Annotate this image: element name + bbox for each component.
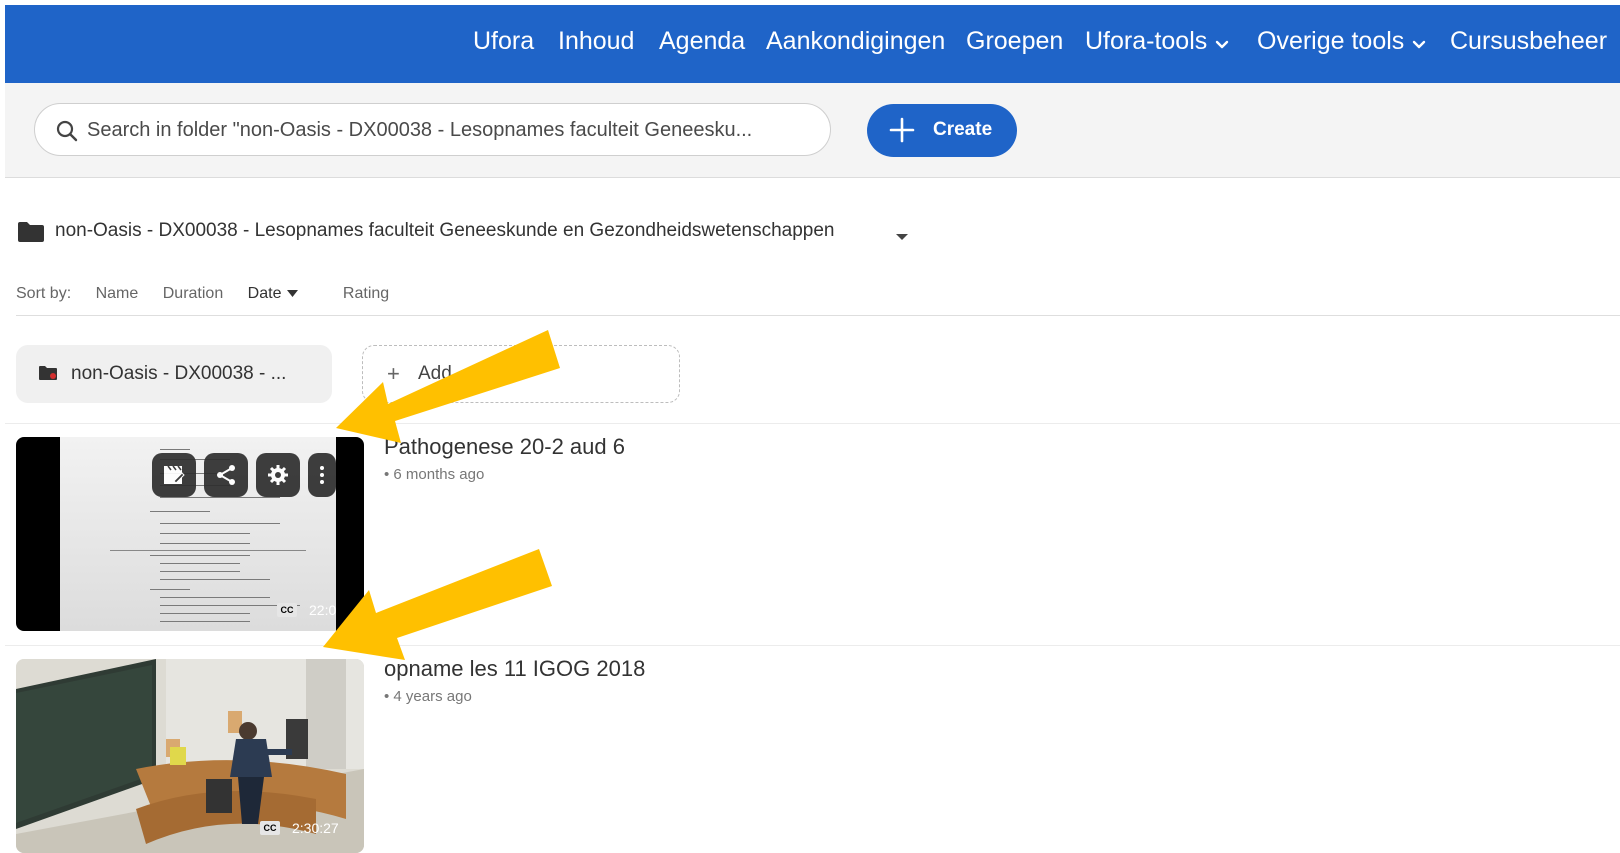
top-navigation-bar: Ufora Inhoud Agenda Aankondigingen Groep… <box>5 5 1620 83</box>
video-meta: • 4 years ago <box>384 688 472 705</box>
nav-agenda[interactable]: Agenda <box>659 27 745 56</box>
nav-inhoud[interactable]: Inhoud <box>558 27 634 56</box>
folder-icon <box>17 221 45 248</box>
nav-groepen[interactable]: Groepen <box>966 27 1063 56</box>
video-thumbnail[interactable]: CC 2:30:27 <box>16 659 364 853</box>
more-options-button[interactable] <box>308 453 336 497</box>
row-divider <box>5 423 1620 424</box>
sort-label: Sort by: <box>16 285 72 302</box>
video-title[interactable]: Pathogenese 20-2 aud 6 <box>384 434 625 460</box>
nav-ufora-tools[interactable]: Ufora-tools <box>1085 27 1229 57</box>
nav-aankondigingen[interactable]: Aankondigingen <box>766 27 945 56</box>
row-divider <box>5 645 1620 646</box>
caret-down-icon[interactable] <box>895 228 909 246</box>
more-vertical-icon <box>320 466 324 484</box>
sort-date[interactable]: Date <box>248 285 319 302</box>
nav-ufora[interactable]: Ufora <box>473 27 534 56</box>
video-thumbnail[interactable]: CC 22:0 <box>16 437 364 631</box>
sort-duration[interactable]: Duration <box>163 285 223 302</box>
share-icon <box>217 465 235 485</box>
closed-captions-icon: CC <box>277 603 297 617</box>
video-duration: 22:0 <box>309 602 337 618</box>
nav-cursusbeheer[interactable]: Cursusbeheer <box>1450 27 1607 56</box>
edit-video-button[interactable] <box>152 453 196 497</box>
plus-icon: + <box>387 361 400 386</box>
add-folder-button[interactable]: + Add <box>362 345 680 403</box>
sort-direction-icon <box>287 285 299 302</box>
nav-overige-tools[interactable]: Overige tools <box>1257 27 1426 57</box>
edit-clapper-icon <box>164 465 185 484</box>
subfolder-label: non-Oasis - DX00038 - ... <box>71 363 287 384</box>
video-title[interactable]: opname les 11 IGOG 2018 <box>384 656 645 682</box>
subfolder-chip[interactable]: non-Oasis - DX00038 - ... <box>16 345 332 403</box>
divider <box>16 315 1620 316</box>
settings-button[interactable] <box>256 453 300 497</box>
create-button[interactable]: Create <box>867 104 1017 157</box>
sort-name[interactable]: Name <box>96 285 139 302</box>
search-box[interactable] <box>34 103 831 156</box>
plus-icon <box>889 117 915 149</box>
sort-rating[interactable]: Rating <box>343 285 389 302</box>
create-button-label: Create <box>933 119 993 140</box>
search-icon <box>55 119 79 148</box>
folder-icon <box>38 365 58 386</box>
folder-title: non-Oasis - DX00038 - Lesopnames faculte… <box>55 220 835 241</box>
chevron-down-icon <box>1215 28 1229 57</box>
toolbar: Create <box>5 83 1620 178</box>
gear-icon <box>268 465 288 485</box>
closed-captions-icon: CC <box>260 821 280 835</box>
sort-date-label: Date <box>247 285 282 302</box>
chevron-down-icon <box>1412 28 1426 57</box>
sort-bar: Sort by: Name Duration Date Rating <box>16 285 409 303</box>
video-duration: 2:30:27 <box>292 820 339 836</box>
nav-overige-tools-label: Overige tools <box>1257 27 1405 55</box>
share-button[interactable] <box>204 453 248 497</box>
video-meta: • 6 months ago <box>384 466 485 483</box>
nav-ufora-tools-label: Ufora-tools <box>1085 27 1208 55</box>
search-input[interactable] <box>85 112 809 148</box>
add-folder-label: Add <box>418 363 452 384</box>
